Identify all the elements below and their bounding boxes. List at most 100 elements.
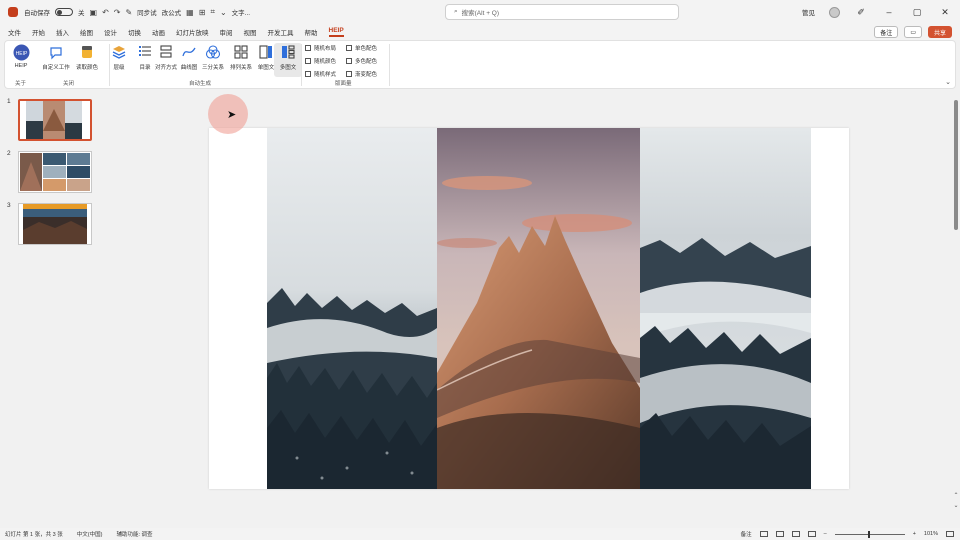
- scroll-thumb[interactable]: [954, 100, 958, 230]
- table-icon[interactable]: ⊞: [199, 8, 206, 17]
- ribbon-tabs: 文件 开始 插入 绘图 设计 切换 动画 幻灯片放映 审阅 视图 开发工具 帮助…: [0, 24, 960, 40]
- single-image-icon: [257, 43, 275, 61]
- slide-thumbnail-panel: 1 2 3: [0, 92, 102, 522]
- save-icon[interactable]: ▣: [90, 8, 98, 17]
- close-button[interactable]: ✕: [938, 7, 952, 18]
- accessibility-status[interactable]: 辅助功能: 调查: [116, 530, 152, 538]
- slide-thumbnail-2[interactable]: [18, 151, 92, 193]
- zoom-out-icon[interactable]: –: [824, 531, 827, 537]
- search-placeholder: 搜索(Alt + Q): [461, 10, 500, 17]
- heip-label: HEIP: [14, 63, 28, 69]
- heip-button[interactable]: HEIP HEIP: [7, 43, 35, 69]
- random-layout-check[interactable]: 随机布局: [305, 44, 336, 52]
- tab-draw[interactable]: 绘图: [80, 27, 93, 37]
- mono-color-check[interactable]: 单色配色: [346, 44, 377, 52]
- zoom-in-icon[interactable]: +: [913, 531, 916, 537]
- tab-view[interactable]: 视图: [244, 27, 257, 37]
- tab-home[interactable]: 开始: [32, 27, 45, 37]
- chat-icon[interactable]: ▭: [904, 26, 922, 38]
- arrange-relation-button[interactable]: 排列关系: [227, 43, 255, 71]
- group-label-close: 关闭: [63, 81, 75, 87]
- vertical-scrollbar[interactable]: ⌃ ⌄: [952, 92, 960, 522]
- multi-image-text-button[interactable]: 多图文: [274, 43, 302, 77]
- multi-color-check[interactable]: 多色配色: [346, 57, 377, 65]
- mountain-photo-center[interactable]: [437, 128, 640, 489]
- thumb-number: 3: [7, 202, 11, 209]
- minimize-button[interactable]: –: [882, 7, 896, 17]
- search-input[interactable]: ⌕ 搜索(Alt + Q): [445, 4, 679, 20]
- share-button[interactable]: 共享: [927, 26, 952, 38]
- user-name: 管见: [802, 10, 815, 17]
- tab-file[interactable]: 文件: [8, 27, 21, 37]
- zoom-level[interactable]: 101%: [924, 531, 938, 537]
- reading-view-icon[interactable]: [791, 531, 800, 537]
- tab-transitions[interactable]: 切换: [128, 27, 141, 37]
- redo-icon[interactable]: ↷: [114, 8, 121, 17]
- fit-to-window-icon[interactable]: [946, 531, 954, 537]
- forest-photo-right[interactable]: [640, 128, 811, 489]
- read-color-label: 读取颜色: [75, 65, 98, 71]
- slide-thumbnail-3[interactable]: [18, 203, 92, 245]
- slide-sorter-icon[interactable]: [775, 531, 784, 537]
- collapse-ribbon-icon[interactable]: ⌄: [945, 78, 951, 86]
- gradient-color-check[interactable]: 渐变配色: [346, 70, 377, 78]
- custom-work-button[interactable]: 自定义工作: [42, 43, 70, 71]
- read-color-button[interactable]: 读取颜色: [73, 43, 101, 71]
- group-label-auto-generate: 自动生成: [189, 81, 212, 87]
- crop-icon[interactable]: ⌗: [210, 7, 215, 17]
- undo-icon[interactable]: ↶: [102, 8, 109, 17]
- language-indicator[interactable]: 中文(中国): [77, 530, 103, 538]
- curve-chart-label: 曲线图: [180, 65, 198, 71]
- curve-icon: [180, 43, 198, 61]
- slide-1[interactable]: [209, 128, 849, 489]
- mono-color-label: 单色配色: [355, 46, 378, 52]
- title-bar: 自动保存 关 ▣ ↶ ↷ ✎ 同步试 改公式 ▦ ⊞ ⌗ ⌄ 文字... ⌕ 搜…: [0, 0, 960, 24]
- layer-button[interactable]: 层级: [105, 43, 133, 71]
- chevron-down-icon[interactable]: ⌄: [220, 8, 227, 17]
- random-layout-label: 随机布局: [314, 46, 337, 52]
- group-separator: [389, 44, 390, 86]
- grid-icon[interactable]: ▦: [186, 8, 194, 17]
- avatar[interactable]: [829, 6, 840, 18]
- heip-logo-icon: HEIP: [12, 43, 30, 61]
- tab-review[interactable]: 审阅: [220, 27, 233, 37]
- slide-thumbnail-1[interactable]: [18, 99, 92, 141]
- arrange-relation-label: 排列关系: [229, 65, 252, 71]
- zoom-slider-knob[interactable]: [867, 530, 870, 538]
- forest-photo-left[interactable]: [267, 128, 437, 489]
- zoom-slider[interactable]: [834, 530, 905, 538]
- tab-animations[interactable]: 动画: [152, 27, 165, 37]
- maximize-button[interactable]: ▢: [910, 7, 924, 18]
- notes-button[interactable]: 备注: [741, 530, 752, 538]
- format-painter-icon[interactable]: ✎: [125, 8, 132, 17]
- normal-view-icon[interactable]: [759, 531, 768, 537]
- single-image-text-label: 单图文: [257, 65, 275, 71]
- pen-icon[interactable]: ✐: [854, 7, 868, 18]
- random-style-check[interactable]: 随机样式: [305, 70, 336, 78]
- three-relation-button[interactable]: 三分关系: [199, 43, 227, 71]
- layer-label: 层级: [113, 65, 125, 71]
- tab-heip[interactable]: HEIP: [328, 27, 344, 37]
- share-label: 共享: [933, 30, 946, 37]
- tab-help[interactable]: 帮助: [305, 27, 318, 37]
- prev-slide-icon[interactable]: ⌃: [952, 492, 960, 499]
- random-color-check[interactable]: 随机颜色: [305, 57, 336, 65]
- comments-button[interactable]: 备注: [874, 26, 899, 38]
- paint-bucket-icon: [78, 43, 96, 61]
- qa-text[interactable]: 文字...: [232, 7, 250, 17]
- tab-insert[interactable]: 插入: [56, 27, 69, 37]
- status-bar: 幻灯片 第 1 张，共 3 张 中文(中国) 辅助功能: 调查 备注 – + 1…: [0, 528, 960, 540]
- slideshow-icon[interactable]: [807, 531, 816, 537]
- qa-formula[interactable]: 改公式: [162, 7, 182, 17]
- qa-sync[interactable]: 同步试: [137, 7, 157, 17]
- quick-access-toolbar: 自动保存 关 ▣ ↶ ↷ ✎ 同步试 改公式 ▦ ⊞ ⌗ ⌄ 文字...: [24, 7, 250, 17]
- tab-slideshow[interactable]: 幻灯片放映: [176, 27, 209, 37]
- autosave-state: 关: [78, 10, 85, 17]
- autosave-toggle[interactable]: [55, 8, 73, 16]
- random-style-label: 随机样式: [314, 72, 337, 78]
- tab-design[interactable]: 设计: [104, 27, 117, 37]
- tab-developer[interactable]: 开发工具: [268, 27, 294, 37]
- autosave-label: 自动保存: [24, 10, 50, 17]
- next-slide-icon[interactable]: ⌄: [952, 502, 960, 509]
- venn-icon: [204, 43, 222, 61]
